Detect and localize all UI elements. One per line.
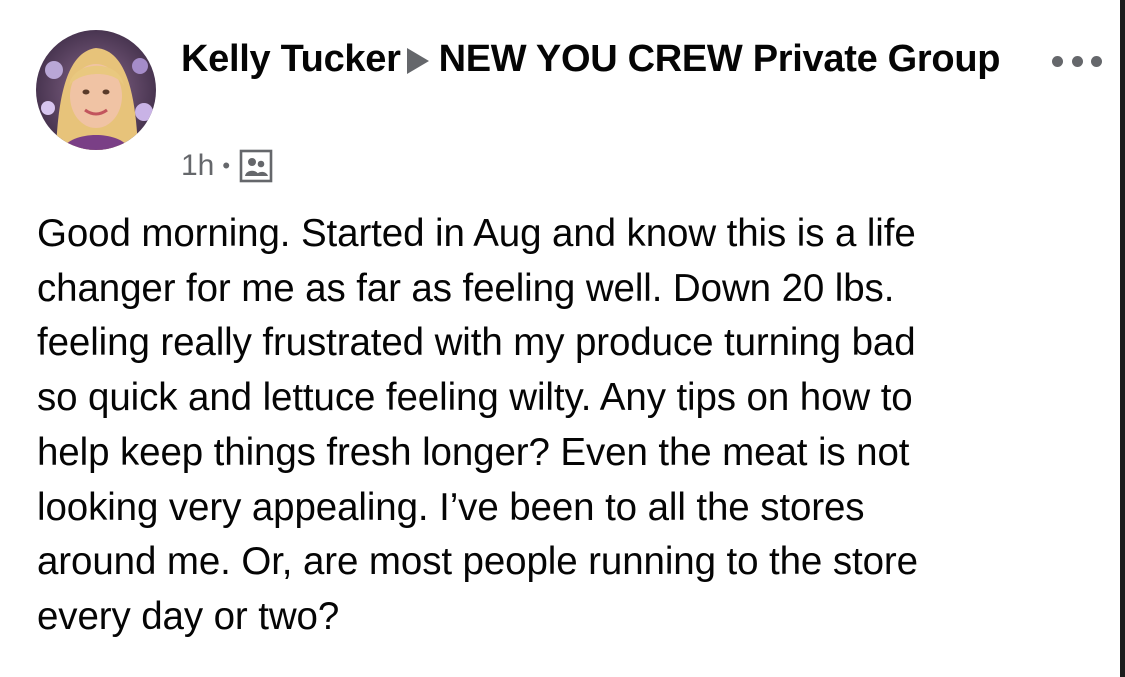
- post-meta: 1h •: [181, 146, 273, 186]
- group-name-link[interactable]: NEW YOU CREW Private Group: [439, 38, 1001, 80]
- post-body-line: so quick and lettuce feeling wilty. Any …: [37, 376, 913, 420]
- post-body: Good morning. Started in Aug and know th…: [37, 207, 1087, 645]
- more-dot: [1091, 55, 1102, 67]
- more-options-icon[interactable]: [1052, 46, 1102, 76]
- post-body-line: changer for me as far as feeling well. D…: [37, 266, 895, 310]
- post-body-line: feeling really frustrated with my produc…: [37, 321, 916, 365]
- avatar[interactable]: [36, 30, 156, 150]
- window-edge: [1120, 0, 1125, 677]
- more-dot: [1071, 55, 1083, 67]
- post-body-line: every day or two?: [37, 594, 340, 638]
- post-body-line: looking very appealing. I’ve been to all…: [37, 485, 865, 529]
- avatar-image: [36, 30, 156, 150]
- post-timestamp[interactable]: 1h: [181, 149, 214, 183]
- arrow-right-icon: [406, 48, 429, 74]
- post-title: Kelly Tucker NEW YOU CREW Private Group: [181, 34, 1021, 84]
- more-dot: [1052, 55, 1063, 67]
- author-name-link[interactable]: Kelly Tucker: [181, 38, 401, 80]
- post-body-line: Good morning. Started in Aug and know th…: [37, 212, 916, 255]
- group-members-icon: [239, 149, 273, 183]
- separator-dot: •: [222, 153, 231, 178]
- post-body-line: around me. Or, are most people running t…: [37, 540, 918, 584]
- post-body-line: help keep things fresh longer? Even the …: [37, 430, 910, 474]
- post-header: Kelly Tucker NEW YOU CREW Private Group 1…: [36, 30, 1106, 190]
